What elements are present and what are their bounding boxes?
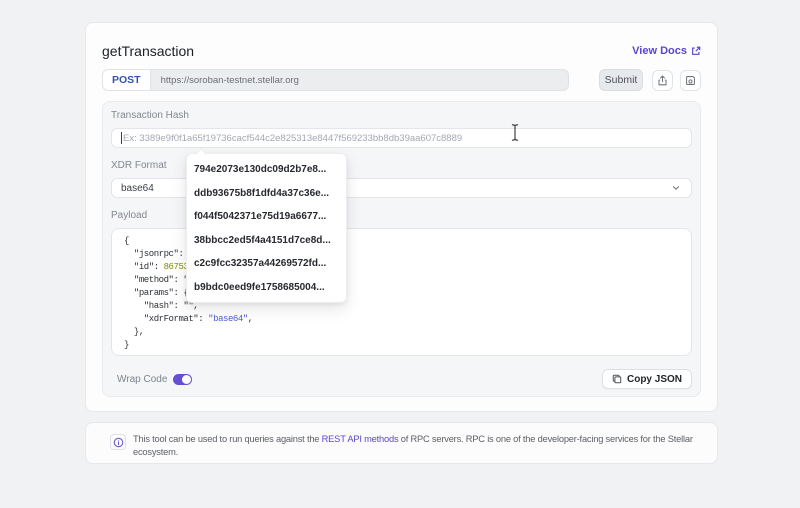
toggle-knob (182, 374, 192, 384)
payload-code-line: "xdrFormat": "base64", (124, 314, 253, 324)
view-docs-label: View Docs (632, 45, 687, 57)
chevron-down-icon (672, 186, 680, 190)
hash-suggestion-item[interactable]: 794e2073e130dc09d2b7e8... (187, 158, 346, 182)
save-button[interactable] (680, 69, 701, 91)
wrap-code-row: Wrap Code (117, 373, 193, 385)
copy-json-label: Copy JSON (626, 373, 682, 385)
hash-suggestion-item[interactable]: ddb93675b8f1dfd4a37c36e... (187, 182, 346, 206)
hash-suggestion-item[interactable]: b9bdc0eed9fe1758685004... (187, 276, 346, 300)
payload-code-line: }, (124, 327, 144, 337)
endpoint-url-input[interactable]: https://soroban-testnet.stellar.org (151, 70, 568, 90)
hash-suggestion-item[interactable]: c2c9fcc32357a44269572fd... (187, 252, 346, 276)
external-link-icon (692, 46, 701, 55)
text-caret (121, 132, 122, 144)
transaction-hash-label: Transaction Hash (111, 110, 189, 121)
copy-icon (612, 374, 622, 384)
info-icon (110, 434, 126, 450)
endpoint-row: POST https://soroban-testnet.stellar.org… (102, 69, 701, 91)
card-header: getTransaction View Docs (102, 41, 701, 61)
hash-suggestion-item[interactable]: 38bbcc2ed5f4a4151d7ce8d... (187, 229, 346, 253)
payload-code-line: } (124, 340, 129, 350)
xdr-format-value: base64 (121, 182, 154, 194)
endpoint-input-group: POST https://soroban-testnet.stellar.org (102, 69, 569, 91)
copy-json-button[interactable]: Copy JSON (601, 369, 692, 389)
info-card: This tool can be used to run queries aga… (85, 422, 718, 464)
hash-suggestion-item[interactable]: f044f5042371e75d19a6677... (187, 205, 346, 229)
save-icon (686, 75, 695, 85)
wrap-code-toggle[interactable] (173, 373, 193, 385)
panel-footer: Wrap Code Copy JSON (111, 369, 692, 389)
rest-api-methods-link[interactable]: REST API methods (322, 434, 399, 444)
submit-button[interactable]: Submit (599, 69, 643, 91)
view-docs-link[interactable]: View Docs (632, 45, 701, 57)
share-button[interactable] (652, 69, 673, 91)
transaction-hash-placeholder: Ex: 3389e9f0f1a65f19736cacf544c2e825313e… (123, 132, 463, 144)
http-method-badge: POST (103, 70, 151, 90)
request-card: getTransaction View Docs POST https://so… (85, 22, 718, 412)
text-cursor (511, 124, 519, 141)
info-text: This tool can be used to run queries aga… (133, 434, 693, 457)
transaction-hash-input[interactable]: Ex: 3389e9f0f1a65f19736cacf544c2e825313e… (111, 128, 692, 148)
hash-suggestions-dropdown: 794e2073e130dc09d2b7e8... ddb93675b8f1dfd… (186, 148, 347, 303)
wrap-code-label: Wrap Code (117, 373, 168, 385)
page-title: getTransaction (102, 43, 195, 59)
share-icon (658, 75, 667, 85)
